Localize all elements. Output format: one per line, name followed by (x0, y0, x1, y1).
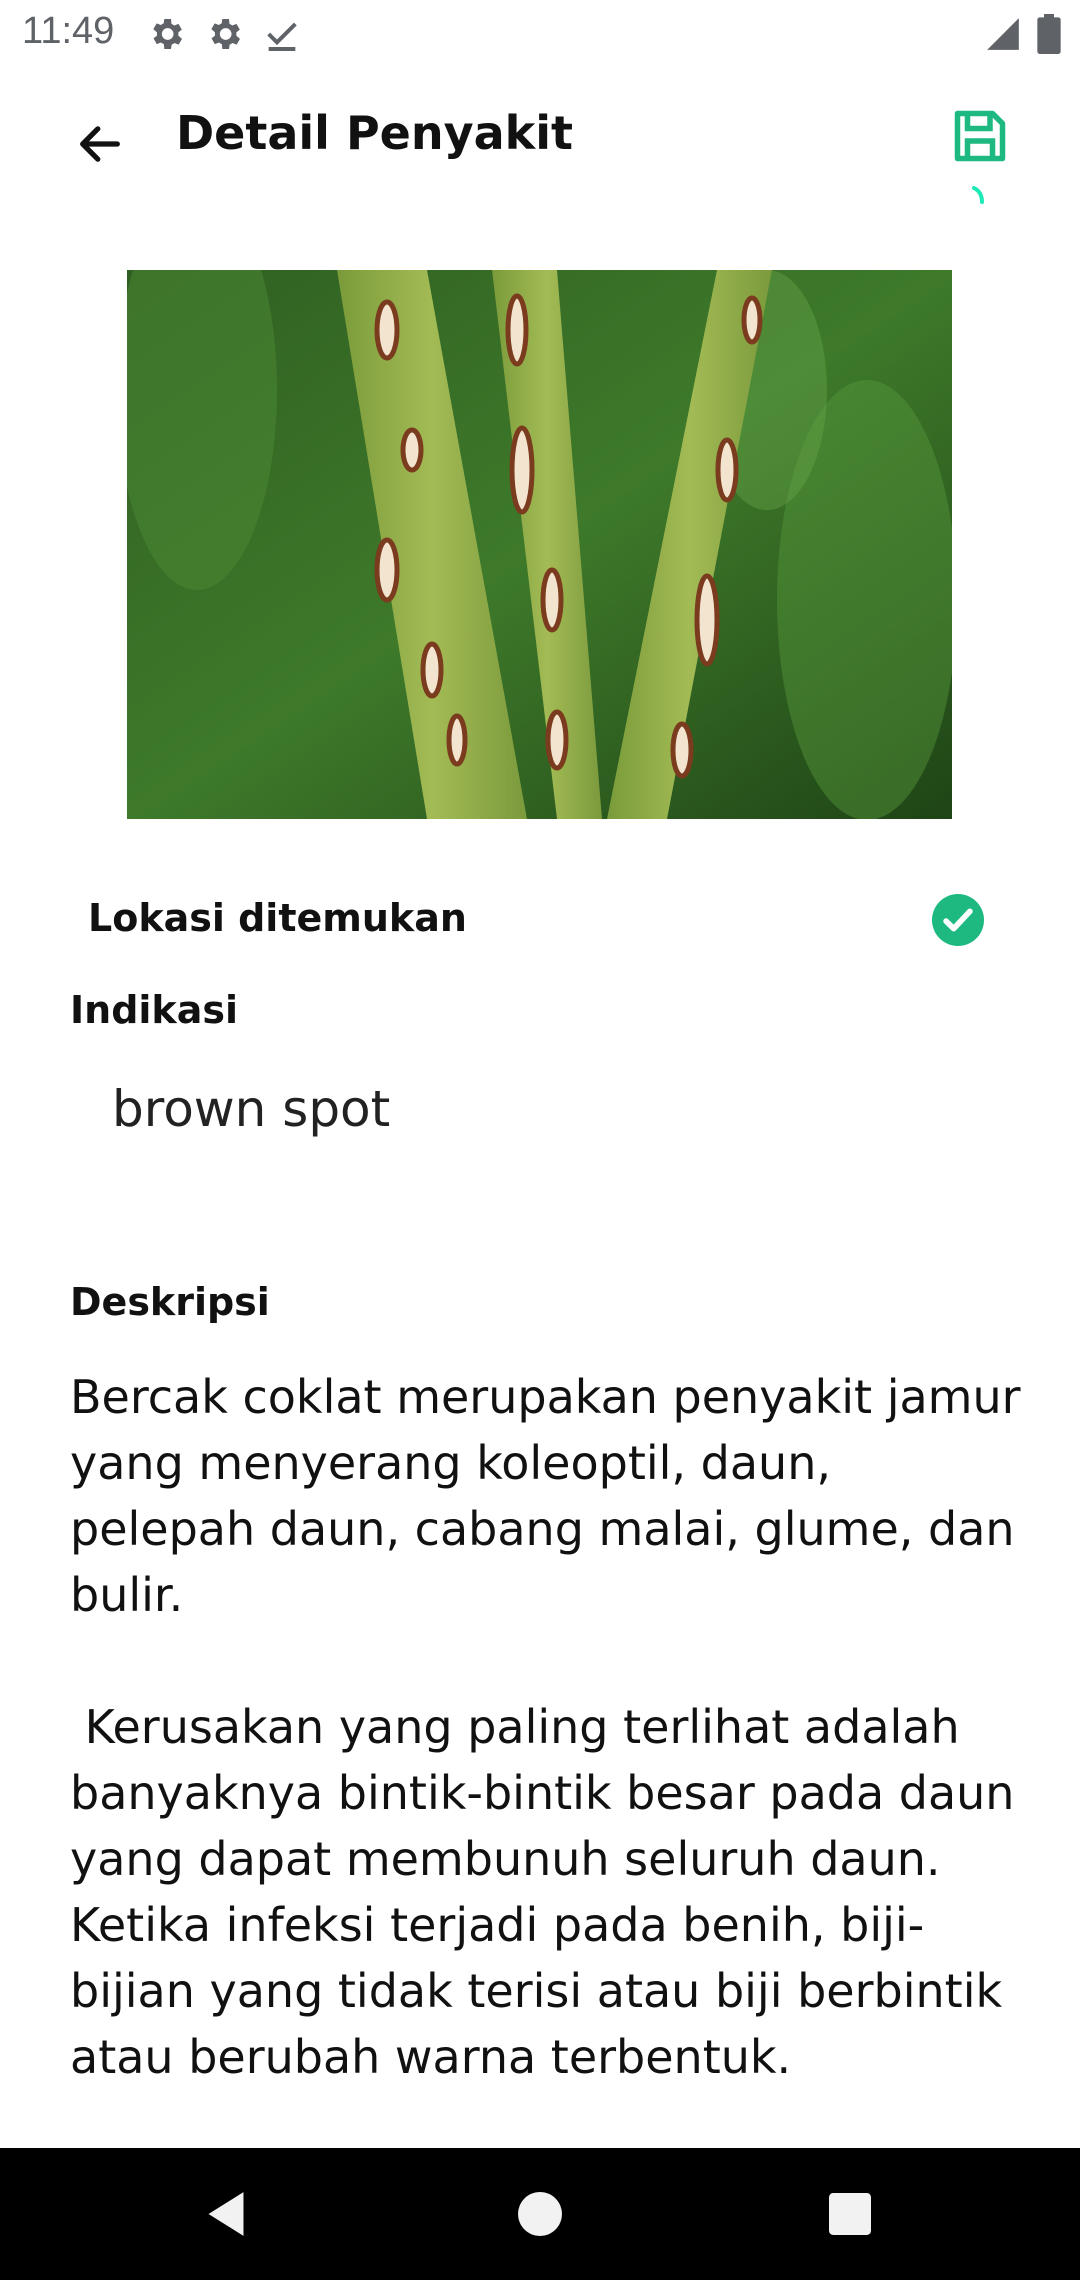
back-triangle-icon (204, 2190, 248, 2242)
status-bar: 11:49 (0, 0, 1080, 66)
arrow-left-icon (74, 118, 126, 174)
back-button[interactable] (60, 106, 140, 186)
indikasi-value: brown spot (112, 1080, 391, 1138)
status-time: 11:49 (22, 10, 115, 52)
indikasi-label: Indikasi (70, 988, 238, 1032)
signal-icon (984, 15, 1022, 57)
disease-image (127, 270, 952, 819)
recents-square-icon (829, 2193, 871, 2239)
gear-icon (204, 14, 244, 58)
nav-back-button[interactable] (186, 2176, 266, 2256)
status-icons-left (146, 14, 302, 58)
location-label: Lokasi ditemukan (88, 896, 467, 940)
nav-recents-button[interactable] (810, 2176, 890, 2256)
loading-spinner (972, 186, 984, 204)
check-download-icon (262, 14, 302, 58)
check-circle-icon (932, 894, 984, 946)
home-circle-icon (518, 2192, 562, 2240)
deskripsi-label: Deskripsi (70, 1280, 270, 1324)
location-row: Lokasi ditemukan (0, 880, 1080, 960)
app-bar: Detail Penyakit (0, 66, 1080, 206)
status-icons-right (984, 14, 1062, 58)
floppy-disk-icon (950, 106, 1010, 170)
nav-home-button[interactable] (500, 2176, 580, 2256)
gear-icon (146, 14, 186, 58)
page-title: Detail Penyakit (176, 106, 573, 160)
navigation-bar (0, 2148, 1080, 2280)
battery-icon (1036, 14, 1062, 58)
save-button[interactable] (944, 102, 1016, 174)
deskripsi-text: Bercak coklat merupakan penyakit jamur y… (70, 1370, 1021, 2216)
